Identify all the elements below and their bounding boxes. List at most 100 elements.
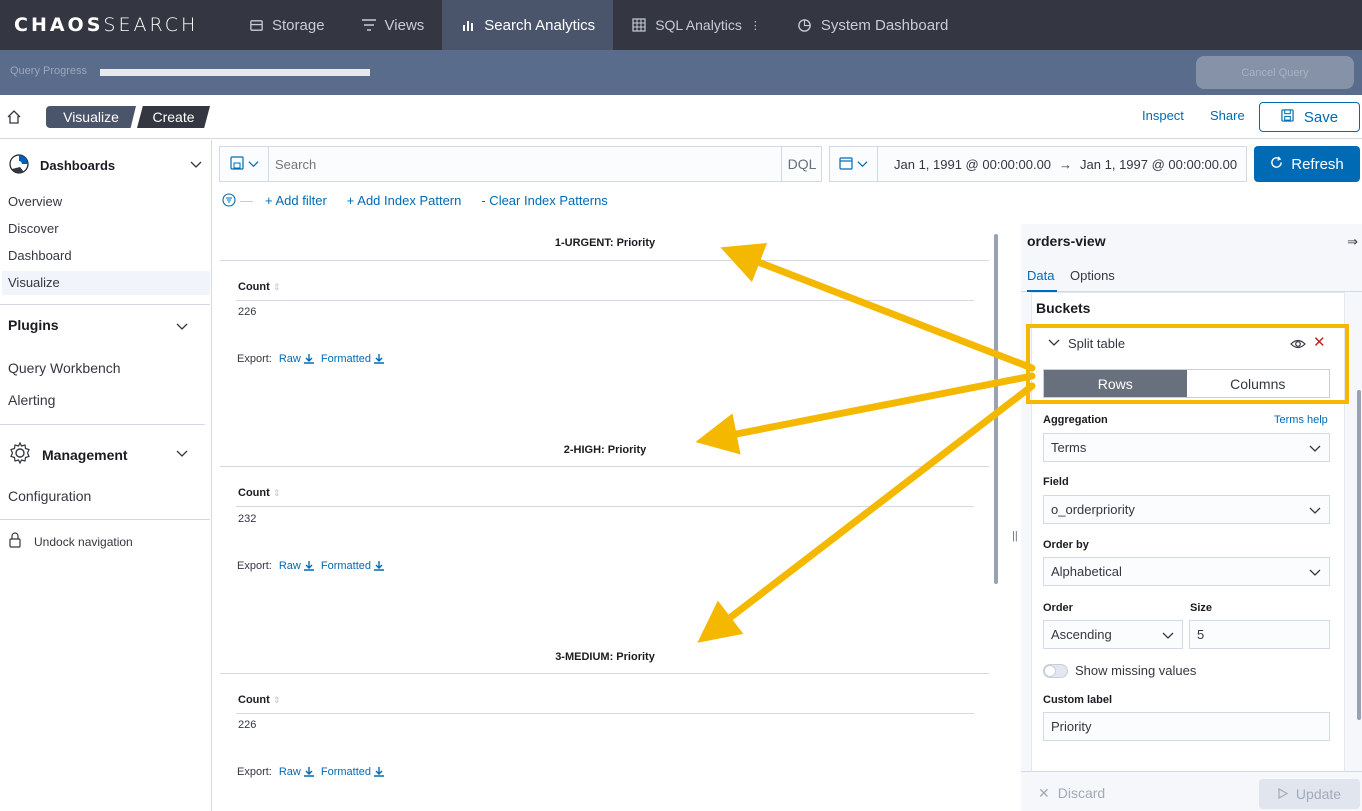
- sidebar-item-alerting[interactable]: Alerting: [8, 392, 55, 408]
- table-grid-icon: [631, 17, 647, 33]
- panel-resize-handle[interactable]: ||: [1012, 530, 1018, 542]
- export-raw-link[interactable]: Raw: [279, 560, 314, 572]
- breadcrumb-visualize[interactable]: Visualize: [46, 106, 136, 128]
- sidebar-divider: [0, 519, 210, 520]
- inspect-link[interactable]: Inspect: [1142, 108, 1184, 123]
- editor-title: orders-view: [1027, 233, 1106, 249]
- sidebar-divider: [0, 304, 210, 305]
- refresh-button[interactable]: Refresh: [1254, 146, 1360, 182]
- refresh-icon: [1270, 156, 1283, 173]
- share-link[interactable]: Share: [1210, 108, 1245, 123]
- chaossearch-logo[interactable]: CHAOS SEARCH: [0, 0, 230, 50]
- end-date[interactable]: Jan 1, 1997 @ 00:00:00.00: [1080, 157, 1237, 172]
- gear-icon: [8, 441, 32, 468]
- remove-bucket-icon[interactable]: ✕: [1313, 335, 1326, 350]
- export-formatted-link[interactable]: Formatted: [321, 560, 385, 572]
- save-button[interactable]: Save: [1259, 102, 1360, 132]
- views-icon: [361, 17, 377, 33]
- query-language-button[interactable]: DQL: [781, 147, 822, 181]
- dashboards-section-header[interactable]: Dashboards: [8, 153, 115, 178]
- collapse-editor-icon[interactable]: ⇒: [1347, 234, 1358, 250]
- chevron-down-icon[interactable]: [176, 320, 188, 332]
- saved-queries-button[interactable]: [220, 147, 269, 181]
- custom-label-input[interactable]: Priority: [1043, 712, 1330, 741]
- progress-track: [100, 69, 370, 76]
- nav-tab-storage[interactable]: Storage: [230, 0, 343, 50]
- chevron-down-icon[interactable]: [190, 158, 202, 170]
- column-header-count[interactable]: Count ⇕: [238, 487, 280, 499]
- query-bar: DQL: [219, 146, 822, 182]
- progress-fill: [100, 69, 370, 76]
- table-cell-count: 232: [238, 513, 257, 525]
- download-icon: [374, 561, 385, 571]
- tab-data[interactable]: Data: [1027, 268, 1054, 283]
- nav-tab-system-dashboard[interactable]: System Dashboard: [779, 0, 967, 50]
- column-header-count[interactable]: Count ⇕: [238, 281, 280, 293]
- editor-scrollbar[interactable]: [1357, 390, 1361, 720]
- chevron-down-icon: [857, 157, 868, 172]
- tab-options[interactable]: Options: [1070, 268, 1115, 283]
- sidebar-item-visualize[interactable]: Visualize: [2, 271, 210, 295]
- nav-tab-search-analytics[interactable]: Search Analytics: [442, 0, 614, 50]
- table-divider: [220, 260, 989, 261]
- sidebar-item-discover[interactable]: Discover: [8, 221, 59, 236]
- columns-button[interactable]: Columns: [1186, 370, 1329, 397]
- eye-icon[interactable]: [1290, 337, 1306, 351]
- export-raw-link[interactable]: Raw: [279, 353, 314, 365]
- sidebar-divider: [0, 424, 205, 425]
- column-header-count[interactable]: Count ⇕: [238, 694, 280, 706]
- aggregation-label: Aggregation: [1043, 414, 1108, 426]
- add-filter-link[interactable]: + Add filter: [265, 193, 327, 208]
- size-label: Size: [1190, 602, 1213, 614]
- management-section-header[interactable]: Management: [8, 441, 128, 468]
- save-icon: [1281, 108, 1294, 126]
- table-title: 3-MEDIUM: Priority: [555, 651, 655, 663]
- size-input[interactable]: 5: [1189, 620, 1330, 649]
- show-missing-values-label: Show missing values: [1075, 663, 1197, 678]
- order-by-label: Order by: [1043, 539, 1089, 551]
- table-title: 2-HIGH: Priority: [563, 444, 647, 456]
- terms-help-link[interactable]: Terms help: [1274, 414, 1328, 426]
- query-progress-label: Query Progress: [10, 65, 88, 77]
- undock-navigation-button[interactable]: Undock navigation: [8, 532, 133, 551]
- visualization-scrollbar[interactable]: [994, 234, 998, 584]
- sort-icon: ⇕: [272, 488, 281, 498]
- show-missing-values-toggle[interactable]: [1043, 664, 1068, 678]
- arrow-right-icon: →: [1059, 157, 1073, 172]
- update-button[interactable]: Update: [1259, 779, 1360, 809]
- search-input[interactable]: [275, 157, 775, 172]
- header-divider: [236, 506, 974, 507]
- start-date[interactable]: Jan 1, 1991 @ 00:00:00.00: [894, 157, 1051, 172]
- menu-dots-icon[interactable]: ⋮: [750, 19, 761, 32]
- aggregation-select[interactable]: Terms: [1043, 433, 1330, 462]
- lock-icon: [8, 532, 22, 551]
- cancel-query-button[interactable]: Cancel Query: [1196, 56, 1354, 89]
- sidebar-item-configuration[interactable]: Configuration: [8, 488, 91, 504]
- add-index-pattern-link[interactable]: + Add Index Pattern: [347, 193, 462, 208]
- discard-button[interactable]: ✕ Discard: [1038, 785, 1105, 802]
- field-select[interactable]: o_orderpriority: [1043, 495, 1330, 524]
- nav-tab-views[interactable]: Views: [343, 0, 443, 50]
- split-table-toggle[interactable]: Split table: [1048, 336, 1125, 351]
- chevron-down-icon: [247, 157, 259, 172]
- nav-tab-sql-analytics[interactable]: SQL Analytics ⋮: [613, 0, 779, 50]
- sidebar-item-dashboard[interactable]: Dashboard: [8, 248, 72, 263]
- clear-index-patterns-link[interactable]: - Clear Index Patterns: [481, 193, 607, 208]
- plugins-section-header[interactable]: Plugins: [8, 317, 59, 333]
- order-by-select[interactable]: Alphabetical: [1043, 557, 1330, 586]
- dashboard-icon: [797, 17, 813, 33]
- filter-options-icon[interactable]: [222, 193, 236, 207]
- chevron-down-icon[interactable]: [176, 447, 188, 459]
- order-select[interactable]: Ascending: [1043, 620, 1183, 649]
- quick-select-button[interactable]: [830, 147, 878, 181]
- home-icon[interactable]: [6, 109, 22, 125]
- export-formatted-link[interactable]: Formatted: [321, 353, 385, 365]
- rows-button[interactable]: Rows: [1044, 370, 1187, 397]
- buckets-heading: Buckets: [1036, 300, 1091, 316]
- sidebar-item-overview[interactable]: Overview: [8, 194, 62, 209]
- export-raw-link[interactable]: Raw: [279, 766, 314, 778]
- sidebar-item-query-workbench[interactable]: Query Workbench: [8, 360, 121, 376]
- export-formatted-link[interactable]: Formatted: [321, 766, 385, 778]
- calendar-icon: [839, 156, 853, 173]
- chevron-down-icon: [1048, 336, 1060, 351]
